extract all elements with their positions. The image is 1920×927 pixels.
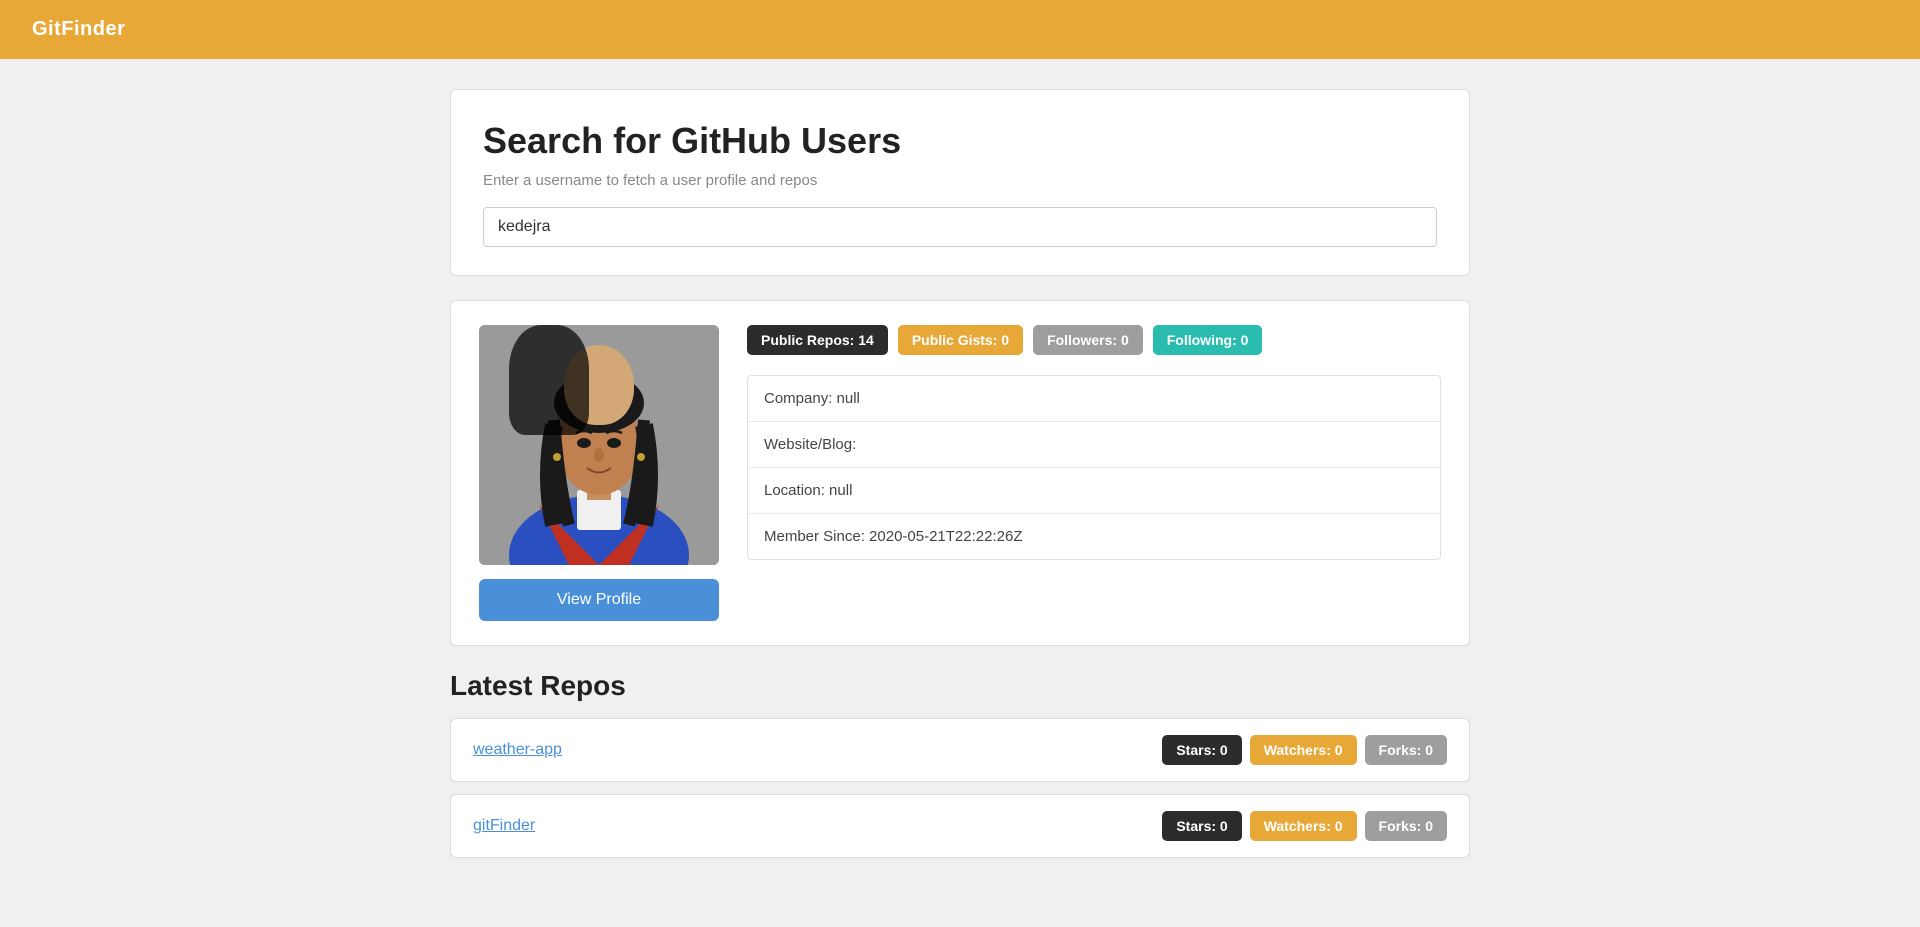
latest-repos-section: Latest Repos weather-app Stars: 0 Watche… xyxy=(450,670,1470,858)
main-content: Search for GitHub Users Enter a username… xyxy=(430,59,1490,900)
search-card: Search for GitHub Users Enter a username… xyxy=(450,89,1470,276)
app-title: GitFinder xyxy=(32,18,125,41)
search-subtitle: Enter a username to fetch a user profile… xyxy=(483,172,1437,189)
badge-public-repos: Public Repos: 14 xyxy=(747,325,888,355)
repo-watchers-badge: Watchers: 0 xyxy=(1250,811,1357,841)
repo-card: gitFinder Stars: 0 Watchers: 0 Forks: 0 xyxy=(450,794,1470,858)
latest-repos-title: Latest Repos xyxy=(450,670,1470,702)
search-heading: Search for GitHub Users xyxy=(483,120,1437,162)
avatar-section: View Profile xyxy=(479,325,719,621)
repo-stars-badge: Stars: 0 xyxy=(1162,735,1241,765)
profile-inner: View Profile Public Repos: 14 Public Gis… xyxy=(479,325,1441,621)
repo-watchers-badge: Watchers: 0 xyxy=(1250,735,1357,765)
view-profile-button[interactable]: View Profile xyxy=(479,579,719,621)
badge-following: Following: 0 xyxy=(1153,325,1263,355)
repo-stars-badge: Stars: 0 xyxy=(1162,811,1241,841)
repo-link-weather-app[interactable]: weather-app xyxy=(473,741,562,759)
avatar-image xyxy=(479,325,719,565)
info-company: Company: null xyxy=(748,376,1440,422)
app-header: GitFinder xyxy=(0,0,1920,59)
repo-link-gitfinder[interactable]: gitFinder xyxy=(473,817,535,835)
avatar xyxy=(479,325,719,565)
profile-card: View Profile Public Repos: 14 Public Gis… xyxy=(450,300,1470,646)
repo-forks-badge: Forks: 0 xyxy=(1365,811,1447,841)
info-member-since: Member Since: 2020-05-21T22:22:26Z xyxy=(748,514,1440,559)
repo-forks-badge: Forks: 0 xyxy=(1365,735,1447,765)
badge-public-gists: Public Gists: 0 xyxy=(898,325,1023,355)
repo-badges: Stars: 0 Watchers: 0 Forks: 0 xyxy=(1162,811,1447,841)
badge-followers: Followers: 0 xyxy=(1033,325,1143,355)
repo-card: weather-app Stars: 0 Watchers: 0 Forks: … xyxy=(450,718,1470,782)
repo-badges: Stars: 0 Watchers: 0 Forks: 0 xyxy=(1162,735,1447,765)
search-input[interactable] xyxy=(483,207,1437,247)
info-website: Website/Blog: xyxy=(748,422,1440,468)
info-location: Location: null xyxy=(748,468,1440,514)
badges-row: Public Repos: 14 Public Gists: 0 Followe… xyxy=(747,325,1441,355)
profile-details: Public Repos: 14 Public Gists: 0 Followe… xyxy=(747,325,1441,560)
info-table: Company: null Website/Blog: Location: nu… xyxy=(747,375,1441,560)
